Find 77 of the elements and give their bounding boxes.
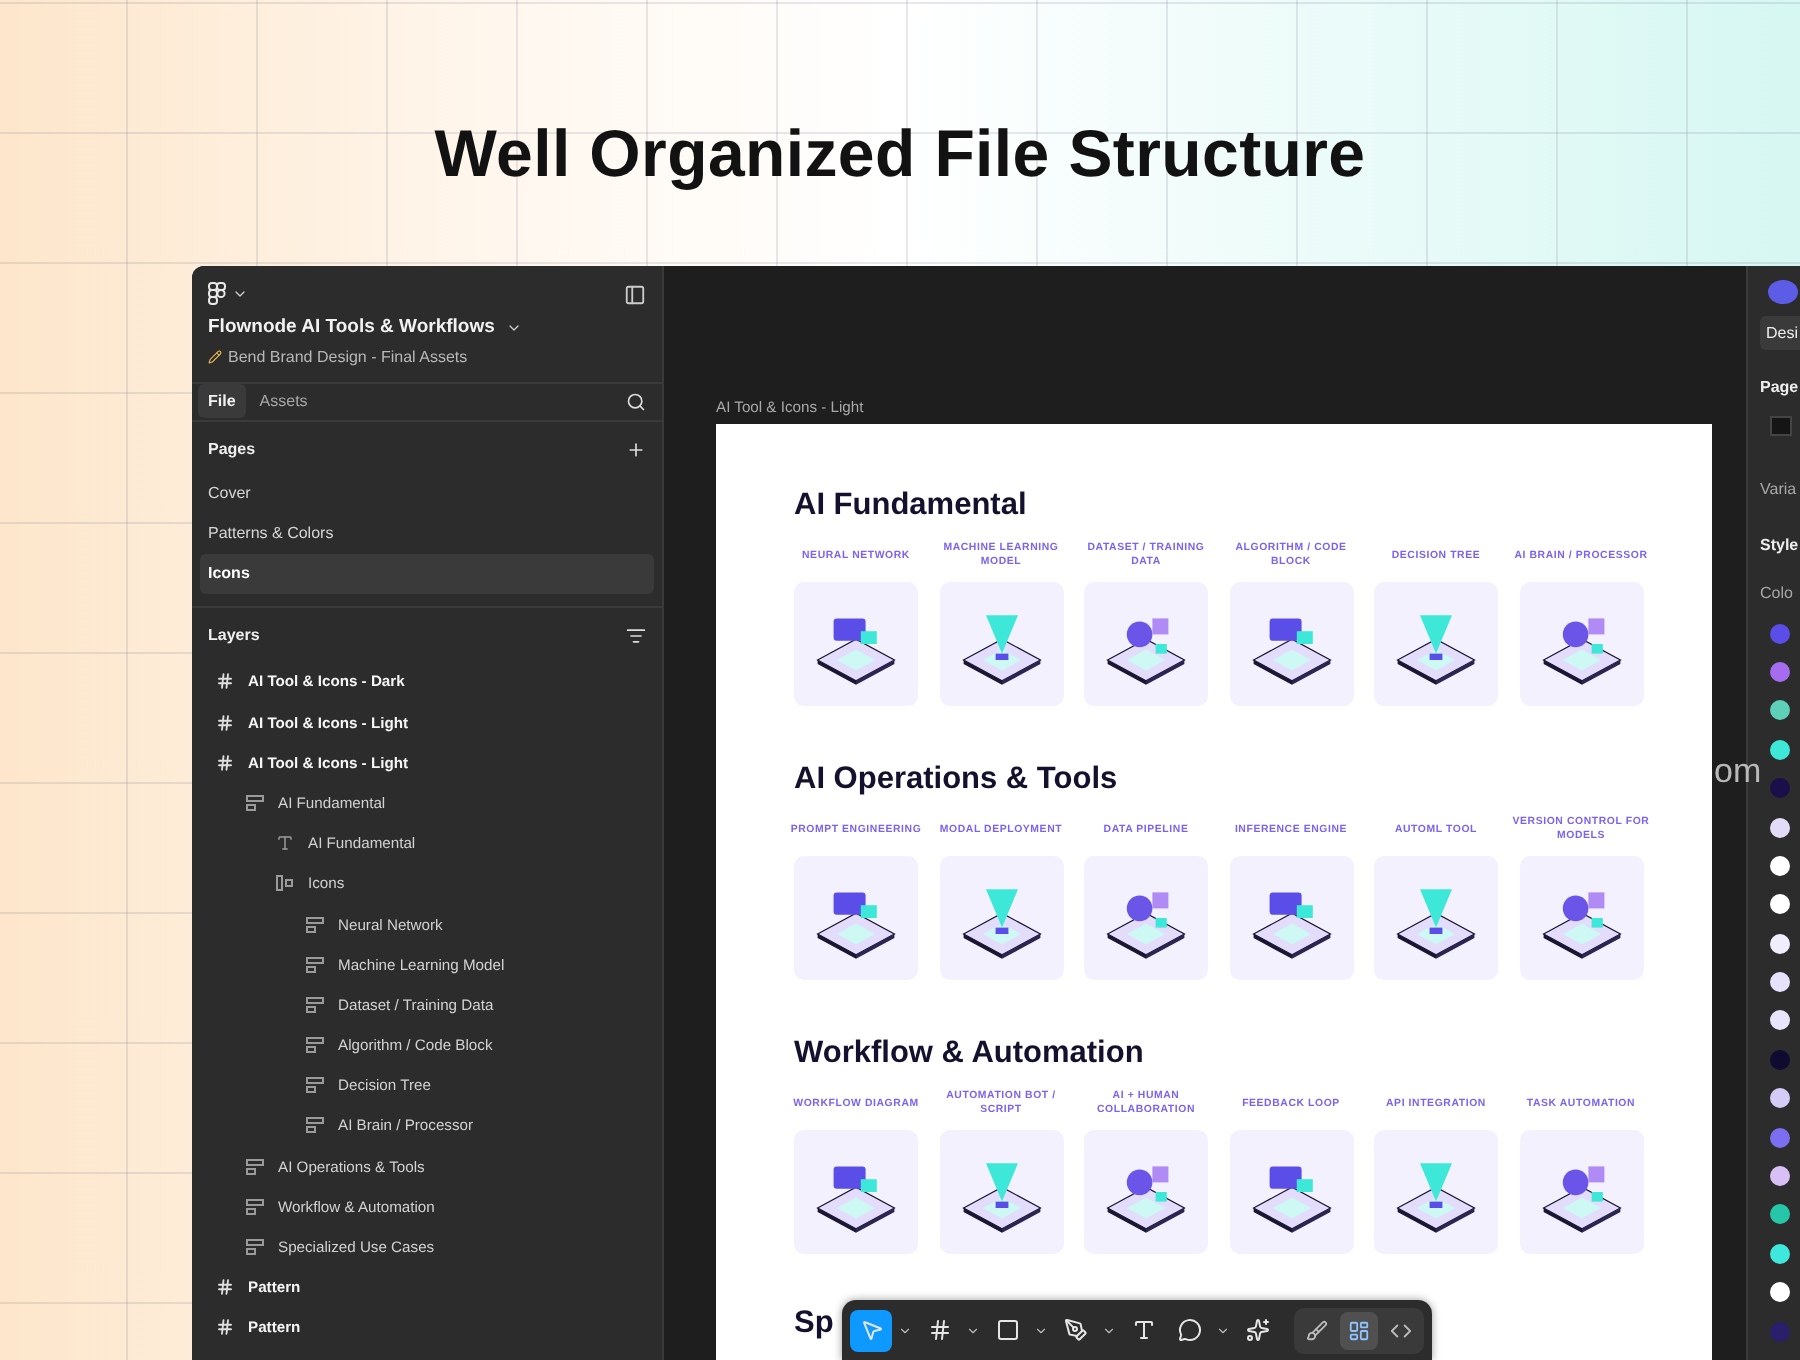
color-dot[interactable] (1770, 1049, 1790, 1070)
group-icon (246, 1157, 264, 1176)
pen-icon (1063, 1318, 1087, 1342)
color-dot[interactable] (1770, 894, 1790, 915)
page-item[interactable]: Patterns & Colors (200, 513, 654, 554)
code-icon (1390, 1319, 1412, 1341)
section-title: Layers (208, 626, 260, 645)
section-title: Pages (208, 440, 256, 459)
page-heading: Well Organized File Structure (434, 115, 1366, 191)
section-heading: AI Fundamental (794, 488, 1027, 523)
color-dot[interactable] (1770, 933, 1790, 954)
pointer-icon (859, 1318, 883, 1342)
file-name: Flownode AI Tools & Workflows (208, 316, 495, 338)
frame-icon (216, 713, 234, 732)
page-item[interactable]: Cover (200, 473, 654, 514)
search-icon[interactable] (626, 391, 646, 412)
speech-bubble-icon (1177, 1318, 1201, 1342)
frame-icon (216, 672, 234, 691)
color-dot[interactable] (1770, 1127, 1790, 1148)
color-dot[interactable] (1770, 1010, 1790, 1031)
color-dot[interactable] (1770, 661, 1790, 682)
logo-icon (208, 282, 226, 306)
page-item[interactable]: Icons (200, 553, 654, 594)
canvas-text: om (1714, 752, 1762, 792)
columns-icon (276, 874, 294, 893)
sidebar-tab[interactable]: Assets (249, 384, 318, 419)
group-icon (246, 1238, 264, 1257)
color-dot[interactable] (1770, 855, 1790, 876)
color-dot[interactable] (1770, 700, 1790, 721)
sparkle-icon (1245, 1318, 1269, 1342)
color-dot[interactable] (1770, 1321, 1790, 1342)
text-icon (1131, 1318, 1155, 1342)
mode-button[interactable] (1340, 1311, 1378, 1349)
section-heading: Workflow & Automation (794, 1036, 1144, 1071)
layout-icon (1348, 1319, 1370, 1341)
group-icon (306, 955, 324, 974)
section-title: Style (1760, 535, 1800, 554)
group-icon (306, 1036, 324, 1055)
sidebar-tab[interactable]: File (198, 384, 246, 419)
section-title: Page (1760, 378, 1800, 397)
panel-tab[interactable]: Desi (1760, 316, 1800, 351)
color-dot[interactable] (1770, 1204, 1790, 1225)
group-icon (246, 1197, 264, 1216)
caret-icon[interactable] (232, 286, 248, 302)
rectangle-icon (995, 1318, 1019, 1342)
frame-icon (927, 1318, 951, 1342)
color-dot[interactable] (1770, 778, 1790, 799)
group-icon (246, 793, 264, 812)
sidebar-toggle-icon[interactable] (624, 283, 646, 305)
avatar[interactable] (1768, 280, 1798, 305)
brush-icon (1306, 1319, 1328, 1341)
add-icon[interactable] (626, 439, 646, 460)
group-icon (306, 995, 324, 1014)
group-icon (306, 1116, 324, 1135)
section-heading: AI Operations & Tools (794, 762, 1118, 797)
color-dot[interactable] (1770, 739, 1790, 760)
pencil-icon (208, 350, 222, 364)
section-title: Varia (1760, 479, 1799, 498)
frame-icon (216, 753, 234, 772)
color-dot[interactable] (1770, 1166, 1790, 1187)
group-icon (306, 1076, 324, 1095)
group-icon (306, 915, 324, 934)
section-heading: Sp (794, 1306, 834, 1343)
section-label: Colo (1760, 583, 1795, 602)
color-dot[interactable] (1770, 972, 1790, 993)
frame-icon (216, 1318, 234, 1337)
file-subtitle: Bend Brand Design - Final Assets (228, 348, 468, 366)
color-dot[interactable] (1770, 623, 1790, 644)
frame-icon (216, 1278, 234, 1297)
color-dot[interactable] (1770, 1282, 1790, 1303)
text-icon (276, 834, 294, 853)
color-dot[interactable] (1770, 817, 1790, 838)
color-dot[interactable] (1770, 1088, 1790, 1109)
tool-button[interactable] (850, 1309, 892, 1351)
list-icon[interactable] (626, 625, 646, 646)
color-dot[interactable] (1770, 1243, 1790, 1264)
color-swatch[interactable] (1770, 416, 1792, 436)
